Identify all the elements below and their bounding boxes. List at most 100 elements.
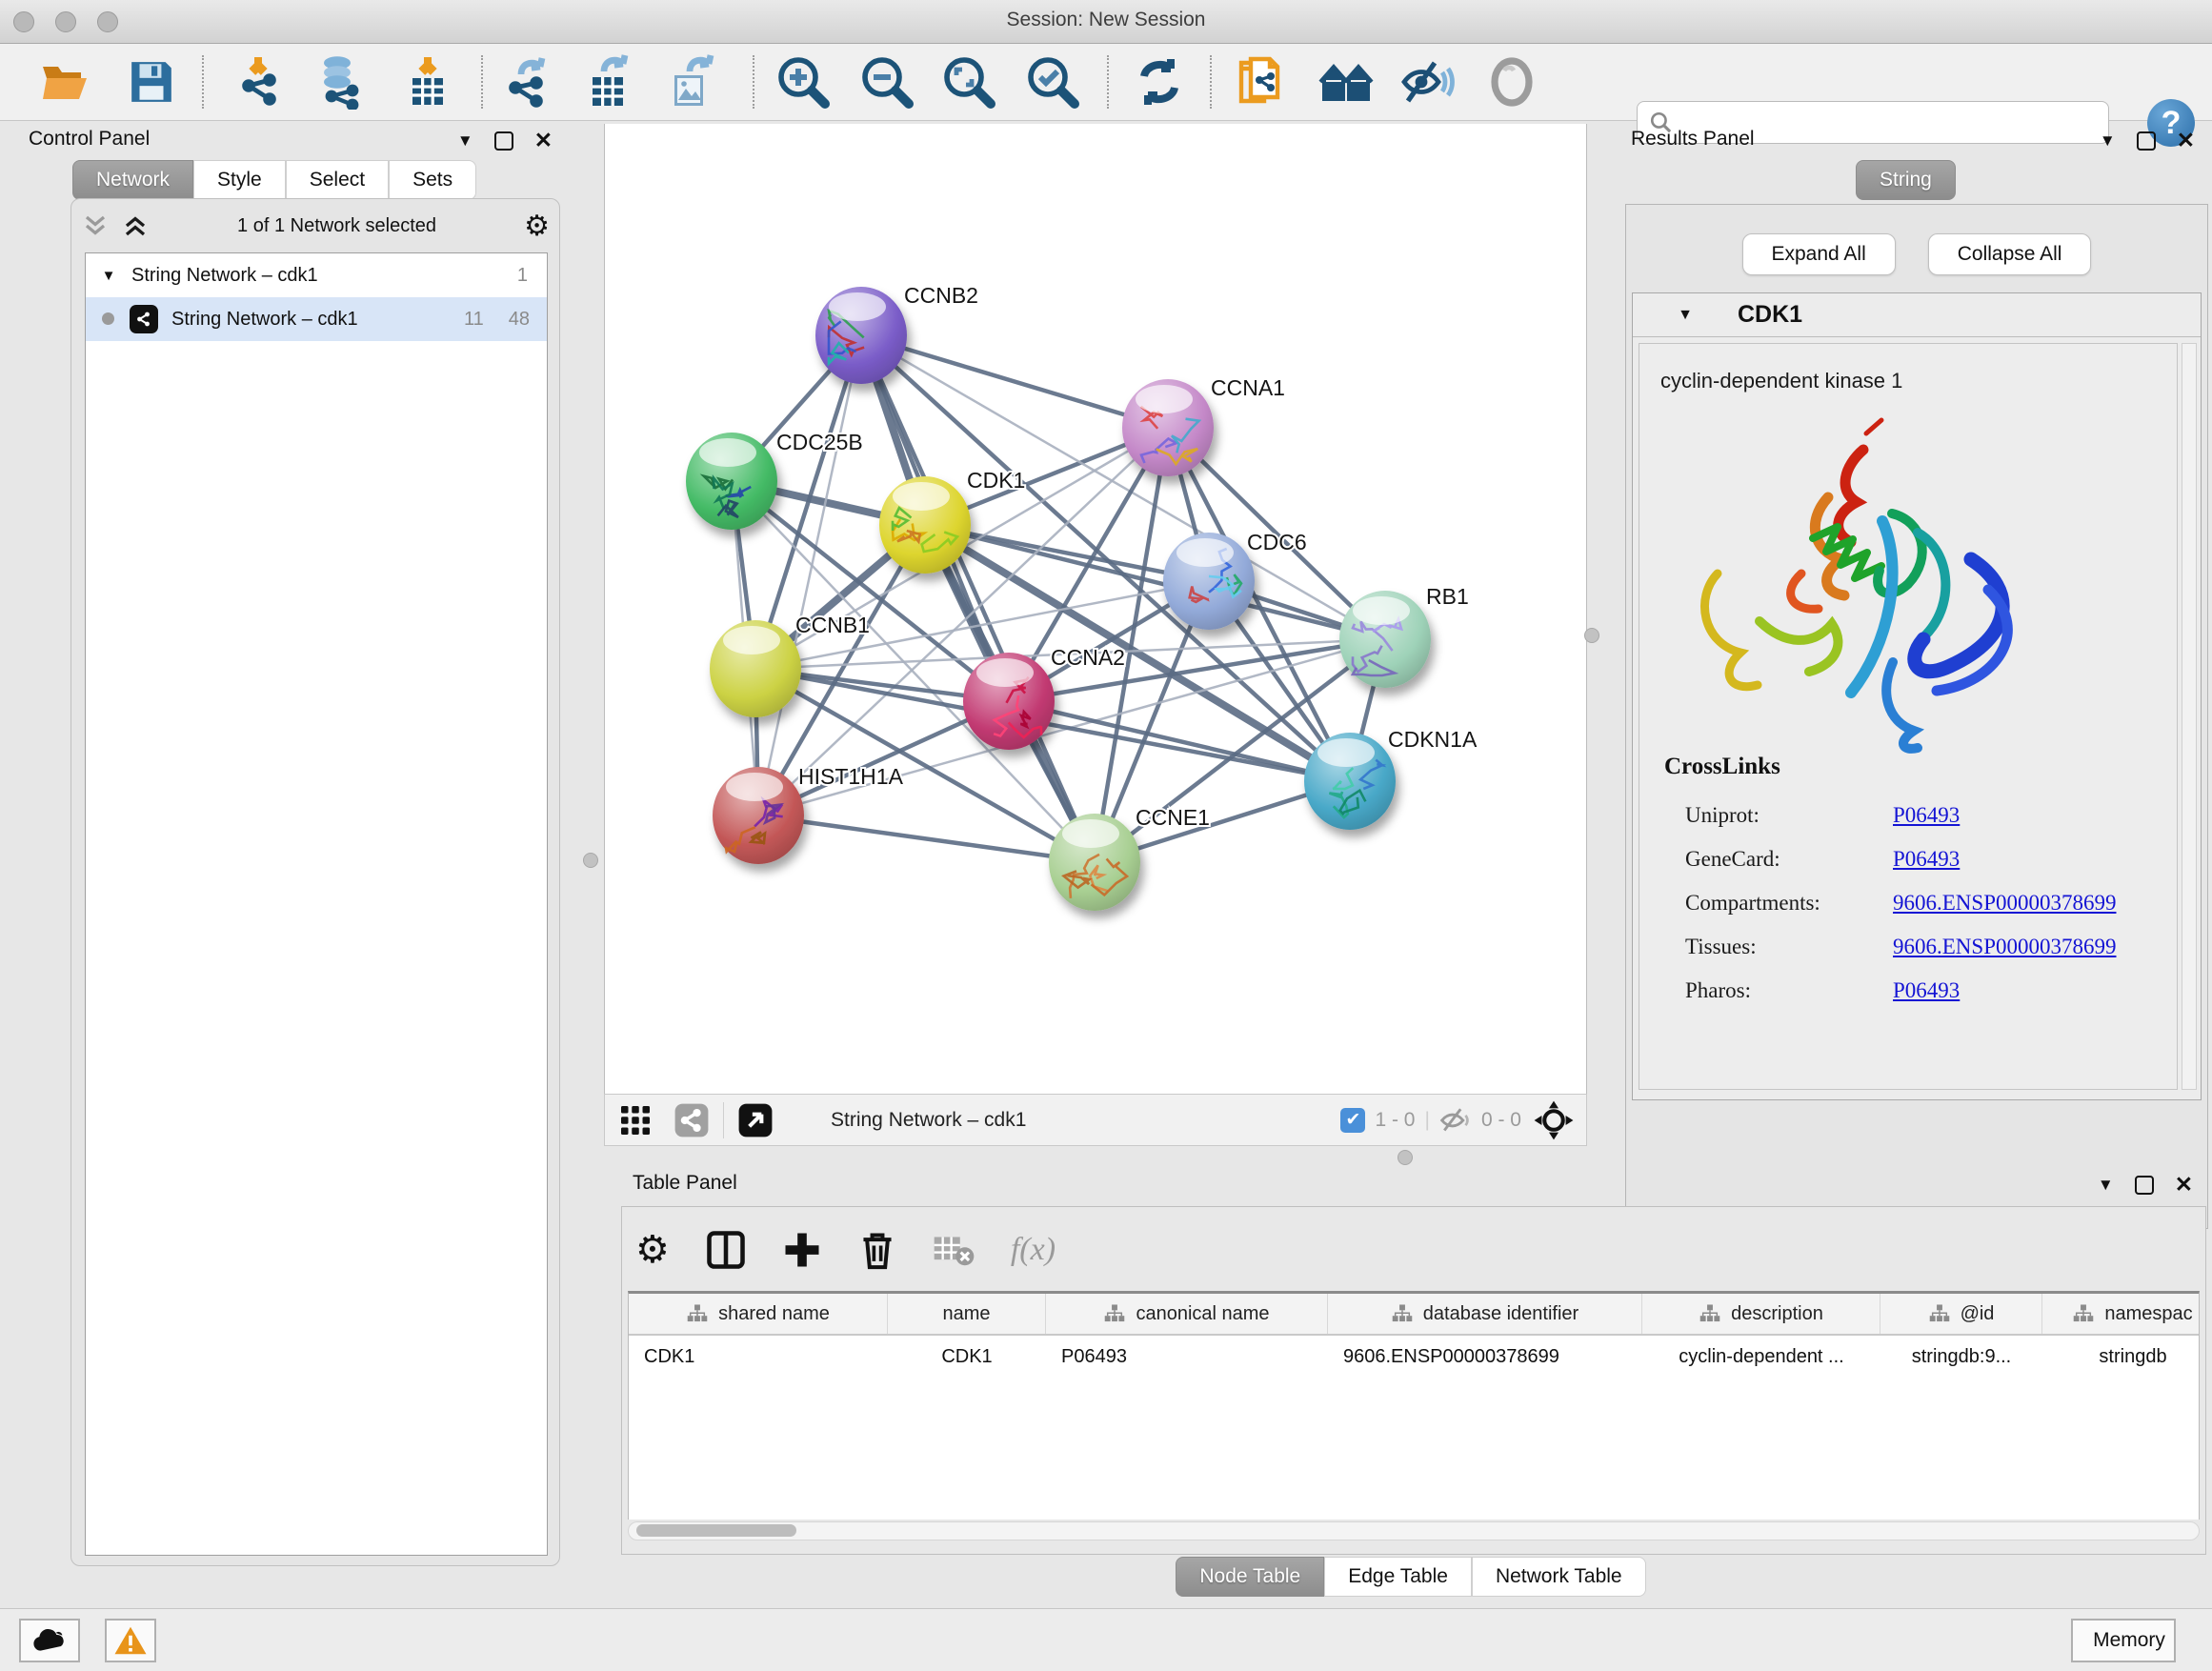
table-cell[interactable]: stringdb:9...: [1880, 1346, 2042, 1368]
column-header-namespac[interactable]: namespac: [2042, 1294, 2200, 1334]
panel-float-icon[interactable]: [494, 131, 513, 151]
edge-CCNA2-CDKN1A[interactable]: [1009, 701, 1350, 781]
open-session-button[interactable]: [34, 51, 97, 112]
collapse-all-button[interactable]: Collapse All: [1928, 233, 2092, 275]
node-HIST1H1A[interactable]: [713, 767, 804, 864]
hide-unhide-button[interactable]: [1397, 51, 1459, 112]
expand-all-icon[interactable]: [121, 211, 150, 240]
delete-column-icon[interactable]: [858, 1229, 896, 1271]
network-canvas[interactable]: CCNB2CCNA1CDC25BCDK1CDC6RB1CCNB1CCNA2CDK…: [604, 124, 1587, 1094]
panel-close-icon[interactable]: ✕: [2175, 1172, 2193, 1198]
string-view-icon[interactable]: [674, 1102, 710, 1138]
panel-float-icon[interactable]: [2135, 1176, 2154, 1195]
crosslink-link[interactable]: P06493: [1893, 978, 1960, 1003]
export-network-button[interactable]: [497, 51, 560, 112]
collection-expand-icon[interactable]: ▼: [86, 268, 131, 284]
table-cell[interactable]: CDK1: [888, 1346, 1046, 1368]
column-header-@id[interactable]: @id: [1880, 1294, 2042, 1334]
node-CDC25B[interactable]: [686, 433, 777, 530]
column-header-shared-name[interactable]: shared name: [629, 1294, 888, 1334]
cloud-button[interactable]: [19, 1619, 80, 1662]
crosslink-label: Uniprot:: [1685, 803, 1893, 828]
node-table[interactable]: shared namenamecanonical namedatabase id…: [628, 1291, 2200, 1520]
section-collapse-icon[interactable]: ▼: [1633, 307, 1738, 324]
tab-network[interactable]: Network: [72, 160, 193, 200]
clone-network-button[interactable]: [1231, 51, 1294, 112]
home-panels-button[interactable]: [1315, 51, 1377, 112]
table-horizontal-scrollbar[interactable]: [628, 1521, 2200, 1540]
table-cell[interactable]: cyclin-dependent ...: [1642, 1346, 1880, 1368]
zoom-selected-button[interactable]: [1021, 51, 1084, 112]
edge-HIST1H1A-CCNE1[interactable]: [758, 815, 1095, 862]
horizontal-splitter-handle[interactable]: [1398, 1150, 1413, 1165]
table-cell[interactable]: 9606.ENSP00000378699: [1328, 1346, 1642, 1368]
import-table-button[interactable]: [396, 51, 459, 112]
node-CDC6[interactable]: [1163, 533, 1255, 630]
birds-eye-view-icon[interactable]: [737, 1102, 774, 1138]
refresh-view-button[interactable]: [1128, 51, 1191, 112]
zoom-fit-button[interactable]: [937, 51, 1000, 112]
table-cell[interactable]: stringdb: [2042, 1346, 2200, 1368]
tab-node-table[interactable]: Node Table: [1176, 1557, 1324, 1597]
warnings-button[interactable]: [105, 1619, 156, 1662]
table-options-gear-icon[interactable]: ⚙: [635, 1228, 670, 1272]
node-CDK1[interactable]: [879, 476, 971, 574]
panel-menu-icon[interactable]: ▼: [2098, 1176, 2114, 1195]
import-network-button[interactable]: [229, 51, 292, 112]
export-table-button[interactable]: [577, 51, 640, 112]
panel-float-icon[interactable]: [2137, 131, 2156, 151]
grid-view-icon[interactable]: [618, 1103, 653, 1137]
tab-edge-table[interactable]: Edge Table: [1324, 1557, 1472, 1597]
tab-network-table[interactable]: Network Table: [1472, 1557, 1646, 1597]
add-column-icon[interactable]: [782, 1230, 822, 1270]
import-network-from-database-button[interactable]: [309, 51, 372, 112]
node-CCNA2[interactable]: [963, 653, 1055, 750]
network-row[interactable]: String Network – cdk1 11 48: [86, 297, 547, 341]
network-collection-row[interactable]: ▼ String Network – cdk1 1: [86, 253, 547, 297]
left-splitter-handle[interactable]: [583, 853, 598, 868]
tab-sets[interactable]: Sets: [389, 160, 476, 200]
show-columns-icon[interactable]: [706, 1230, 746, 1270]
node-CCNE1[interactable]: [1049, 814, 1140, 911]
export-image-button[interactable]: [659, 51, 722, 112]
memory-button[interactable]: Memory: [2071, 1619, 2176, 1662]
gear-icon[interactable]: ⚙: [524, 210, 550, 243]
appearance-eye-button[interactable]: [1480, 51, 1543, 112]
tab-style[interactable]: Style: [193, 160, 286, 200]
save-session-button[interactable]: [120, 51, 183, 112]
node-CCNA1[interactable]: [1122, 379, 1214, 476]
zoom-in-button[interactable]: [772, 51, 835, 112]
function-builder-button[interactable]: f(x): [1011, 1232, 1056, 1268]
scrollbar-thumb[interactable]: [636, 1524, 796, 1537]
table-row[interactable]: CDK1CDK1P064939606.ENSP00000378699cyclin…: [629, 1336, 2199, 1378]
column-header-database-identifier[interactable]: database identifier: [1328, 1294, 1642, 1334]
table-cell[interactable]: CDK1: [629, 1346, 888, 1368]
panel-menu-icon[interactable]: ▼: [2100, 131, 2116, 151]
tab-select[interactable]: Select: [286, 160, 389, 200]
crosslink-link[interactable]: 9606.ENSP00000378699: [1893, 891, 2117, 916]
edge-CCNB2-CCNA1[interactable]: [861, 335, 1168, 428]
panel-close-icon[interactable]: ✕: [2177, 128, 2195, 153]
panel-close-icon[interactable]: ✕: [534, 128, 553, 153]
node-CCNB2[interactable]: [815, 287, 907, 384]
crosslink-link[interactable]: P06493: [1893, 847, 1960, 872]
node-navigator-icon[interactable]: [1533, 1099, 1575, 1141]
column-header-description[interactable]: description: [1642, 1294, 1880, 1334]
node-RB1[interactable]: [1339, 591, 1431, 688]
table-cell[interactable]: P06493: [1046, 1346, 1328, 1368]
column-header-canonical-name[interactable]: canonical name: [1046, 1294, 1328, 1334]
node-CDKN1A[interactable]: [1304, 733, 1396, 830]
results-scrollbar[interactable]: [2182, 343, 2197, 1090]
tab-string[interactable]: String: [1856, 160, 1956, 200]
collapse-all-icon[interactable]: [81, 211, 110, 240]
crosslink-link[interactable]: 9606.ENSP00000378699: [1893, 935, 2117, 959]
selected-checkbox-icon[interactable]: ✔: [1340, 1108, 1365, 1133]
column-header-label: description: [1731, 1303, 1823, 1325]
expand-all-button[interactable]: Expand All: [1742, 233, 1896, 275]
column-header-name[interactable]: name: [888, 1294, 1046, 1334]
node-CCNB1[interactable]: [710, 620, 801, 717]
edge-CCNB2-HIST1H1A[interactable]: [758, 335, 861, 815]
panel-menu-icon[interactable]: ▼: [457, 131, 473, 151]
zoom-out-button[interactable]: [855, 51, 918, 112]
crosslink-link[interactable]: P06493: [1893, 803, 1960, 828]
